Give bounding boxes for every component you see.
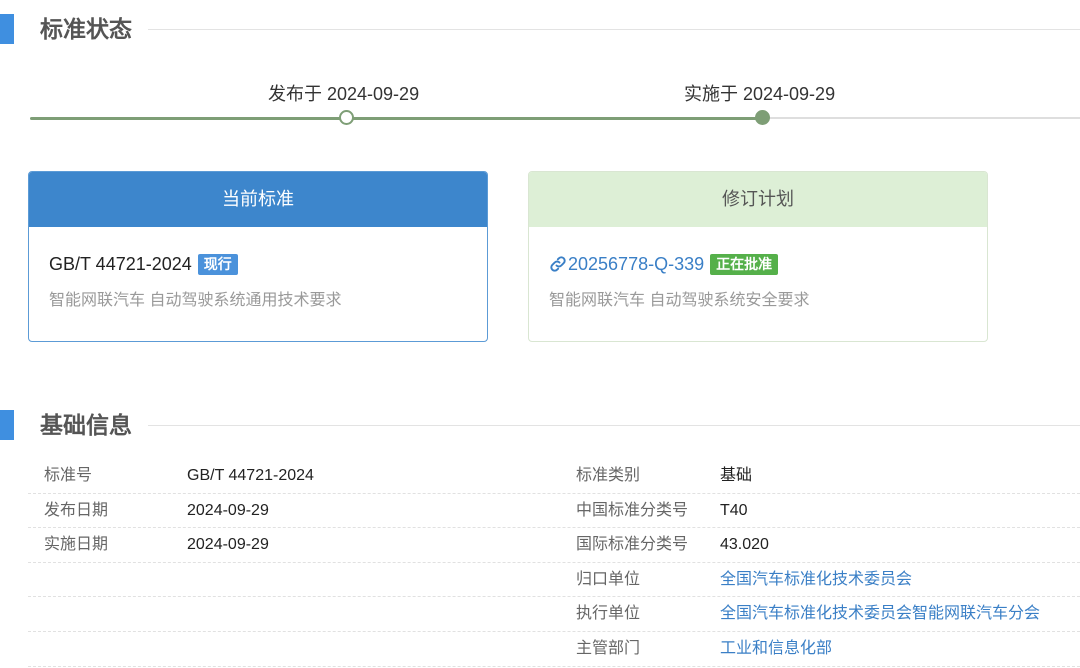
table-row: 发布日期 2024-09-29 中国标准分类号 T40 xyxy=(28,494,1080,529)
current-standard-code: GB/T 44721-2024 xyxy=(49,253,192,274)
ics-value: 43.020 xyxy=(720,536,769,554)
revision-plan-code: 20256778-Q-339 xyxy=(568,253,705,274)
section-divider xyxy=(148,29,1080,30)
table-row: 主管部门 工业和信息化部 xyxy=(28,632,1080,667)
publish-date-value: 2024-09-29 xyxy=(187,501,269,519)
executing-unit-link[interactable]: 全国汽车标准化技术委员会智能网联汽车分会 xyxy=(720,597,1040,631)
basic-info-section-header: 基础信息 xyxy=(0,408,1080,444)
link-icon xyxy=(550,256,566,272)
basic-info-section-title: 基础信息 xyxy=(40,412,132,438)
executing-unit-label: 执行单位 xyxy=(576,605,641,623)
table-row: 实施日期 2024-09-29 国际标准分类号 43.020 xyxy=(28,528,1080,563)
implement-date-value: 2024-09-29 xyxy=(187,536,269,554)
timeline-progress-line xyxy=(30,117,764,120)
revision-plan-card: 修订计划 20256778-Q-339 正在批准 智能网联汽车 自动驾驶系统安全… xyxy=(528,171,988,342)
table-row: 执行单位 全国汽车标准化技术委员会智能网联汽车分会 xyxy=(28,597,1080,632)
current-standard-description: 智能网联汽车 自动驾驶系统通用技术要求 xyxy=(49,292,342,309)
ccs-label: 中国标准分类号 xyxy=(576,501,689,519)
section-divider xyxy=(148,425,1080,426)
ics-label: 国际标准分类号 xyxy=(576,536,689,554)
competent-department-link[interactable]: 工业和信息化部 xyxy=(720,632,832,666)
ccs-value: T40 xyxy=(720,501,748,519)
timeline-remaining-line xyxy=(764,117,1080,119)
competent-department-label: 主管部门 xyxy=(576,639,641,657)
approval-status-badge: 正在批准 xyxy=(710,253,779,275)
table-row: 标准号 GB/T 44721-2024 标准类别 基础 xyxy=(28,459,1080,494)
timeline-implemented-node xyxy=(755,110,770,125)
technical-committee-label: 归口单位 xyxy=(576,570,641,588)
section-accent-bar xyxy=(0,14,14,44)
standard-number-value: GB/T 44721-2024 xyxy=(187,467,314,484)
status-section-header: 标准状态 xyxy=(0,12,1080,48)
implement-date-label: 实施日期 xyxy=(44,536,109,554)
table-row: 归口单位 全国汽车标准化技术委员会 xyxy=(28,563,1080,598)
status-timeline: 发布于 2024-09-29 实施于 2024-09-29 xyxy=(0,70,1080,130)
basic-info-table: 标准号 GB/T 44721-2024 标准类别 基础 发布日期 2024-09… xyxy=(28,459,1080,667)
standard-number-label: 标准号 xyxy=(44,467,93,484)
timeline-published-label: 发布于 2024-09-29 xyxy=(268,84,420,104)
technical-committee-link[interactable]: 全国汽车标准化技术委员会 xyxy=(720,563,912,597)
revision-plan-header: 修订计划 xyxy=(529,172,987,227)
standard-category-label: 标准类别 xyxy=(576,467,641,484)
timeline-implemented-label: 实施于 2024-09-29 xyxy=(684,84,836,104)
current-standard-card: 当前标准 GB/T 44721-2024 现行 智能网联汽车 自动驾驶系统通用技… xyxy=(28,171,488,342)
revision-plan-description: 智能网联汽车 自动驾驶系统安全要求 xyxy=(549,292,810,309)
status-section-title: 标准状态 xyxy=(40,16,132,42)
standard-category-value: 基础 xyxy=(720,467,753,484)
timeline-published-node xyxy=(339,110,354,125)
section-accent-bar xyxy=(0,410,14,440)
revision-plan-link[interactable]: 20256778-Q-339 xyxy=(549,254,704,275)
status-badge: 现行 xyxy=(197,253,238,275)
current-standard-header: 当前标准 xyxy=(29,172,487,227)
publish-date-label: 发布日期 xyxy=(44,501,109,519)
